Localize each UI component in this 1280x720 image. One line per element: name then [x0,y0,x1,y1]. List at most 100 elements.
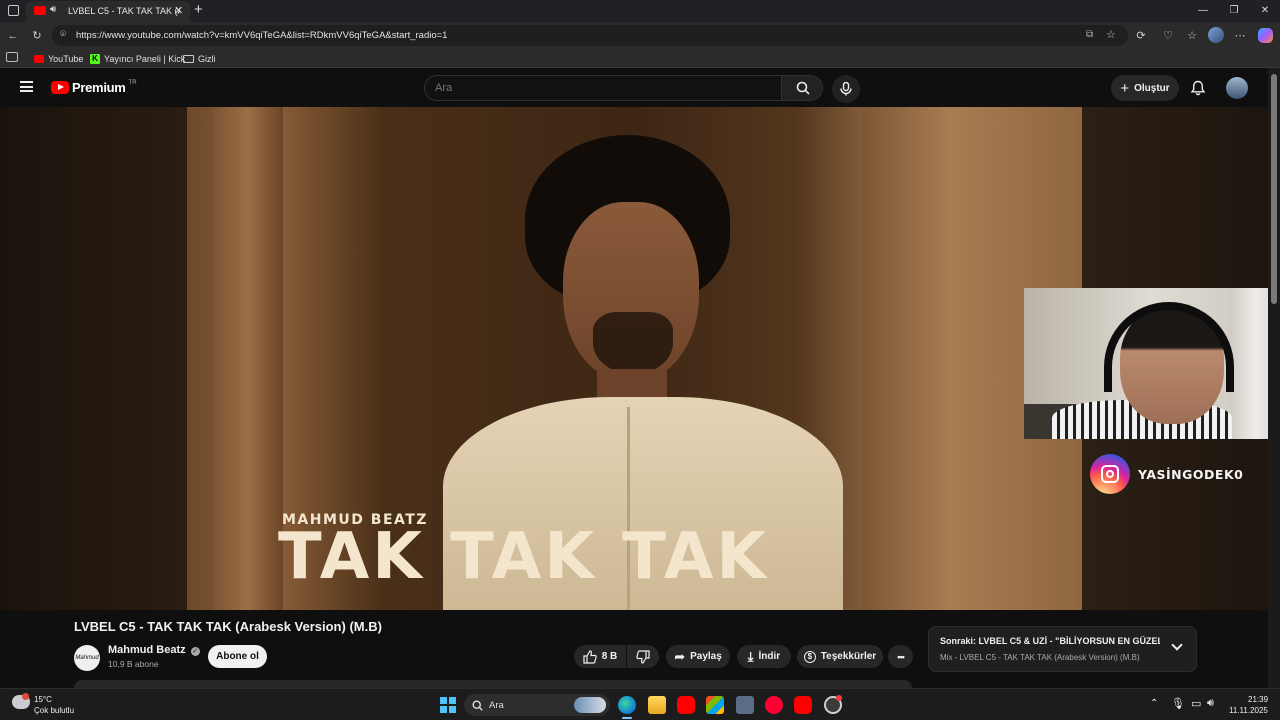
window-close-icon[interactable]: ✕ [1257,3,1273,19]
windows-start-icon[interactable] [440,697,456,713]
up-next-title: Sonraki: LVBEL C5 & UZİ - "BİLİYORSUN EN… [940,636,1160,646]
share-label: Paylaş [690,651,722,662]
share-button[interactable]: ➦ Paylaş [666,645,730,668]
favorite-star-icon[interactable]: ☆ [1106,28,1116,41]
thumbs-down-icon [636,649,650,664]
bookmark-folder-gizli[interactable]: Gizli [183,52,216,66]
create-button[interactable]: + Oluştur [1111,75,1179,101]
reading-view-icon[interactable] [6,52,18,62]
page-scrollbar[interactable] [1268,68,1280,688]
youtube-music-icon[interactable] [765,696,783,714]
download-button[interactable]: ⤓ İndir [737,645,791,668]
thanks-label: Teşekkürler [820,651,877,662]
open-in-app-icon[interactable]: ⧉ [1086,29,1093,40]
url-text: https://www.youtube.com/watch?v=kmVV6qiT… [76,30,448,41]
bookmark-kick[interactable]: K Yayıncı Paneli | Kick [90,52,185,66]
youtube-logo[interactable]: Premium TR [51,80,137,95]
volume-icon[interactable]: 🔊︎ [1207,697,1214,710]
bookmark-youtube[interactable]: YouTube [34,52,83,66]
description-box-top[interactable] [74,680,912,688]
clock-time[interactable]: 21:39 [1248,695,1268,704]
plus-icon: + [1120,79,1130,97]
search-highlight-icon [574,697,606,713]
like-count: 8 B [601,651,618,662]
download-label: İndir [758,651,781,662]
create-label: Oluştur [1134,82,1170,94]
taskbar-search-label: Ara [489,699,504,711]
up-next-card[interactable]: Sonraki: LVBEL C5 & UZİ - "BİLİYORSUN EN… [928,626,1197,672]
dislike-button[interactable] [627,645,659,668]
close-tab-icon[interactable]: ✕ [174,4,183,17]
refresh-icon[interactable]: ↻ [28,27,46,45]
streamer-handle: YASİNGODEK0 [1138,466,1244,482]
kick-bookmark-icon: K [90,54,100,64]
youtube-masthead: Premium TR + Oluştur [0,68,1268,107]
microphone-tray-icon[interactable]: 🎙︎ [1171,697,1185,710]
streamer-webcam-overlay [1024,288,1280,439]
snipping-tool-icon[interactable] [736,696,754,714]
subscribe-button[interactable]: Abone ol [208,645,267,668]
notifications-bell-icon[interactable] [1190,80,1206,96]
extensions-icon[interactable]: ⟳ [1132,27,1150,45]
share-icon: ➦ [674,648,686,664]
tab-title: LVBEL C5 - TAK TAK TAK (Ara [68,6,180,16]
thanks-button[interactable]: $ Teşekkürler [797,645,883,668]
browser-tab-strip: 🔊︎ LVBEL C5 - TAK TAK TAK (Ara ✕ + — ❐ ✕ [0,0,1280,22]
recording-dot-icon [836,695,842,701]
search-icon [796,81,810,95]
tab-actions-icon[interactable] [8,5,19,16]
windows-taskbar: 15°C Çok bulutlu Ara ⌃ 🎙︎ ▭ 🔊︎ 21:39 11.… [0,688,1280,720]
weather-description[interactable]: Çok bulutlu [34,706,74,715]
up-next-subtitle: Mix - LVBEL C5 - TAK TAK TAK (Arabesk Ve… [940,653,1140,662]
super-thanks-icon: $ [803,650,816,663]
search-input[interactable] [424,75,782,101]
search-button[interactable] [781,75,823,101]
tray-overflow-icon[interactable]: ⌃ [1150,698,1158,709]
browser-tab-active[interactable]: 🔊︎ LVBEL C5 - TAK TAK TAK (Ara ✕ [26,1,190,22]
taskbar-search-box[interactable]: Ara [464,694,610,716]
weather-badge-icon [22,693,29,700]
bookmark-label: Yayıncı Paneli | Kick [104,54,186,64]
more-icon: ••• [897,651,905,662]
maximize-icon[interactable]: ❐ [1226,3,1242,19]
voice-search-button[interactable] [832,75,860,103]
speaker-icon[interactable]: 🔊︎ [50,4,56,15]
channel-name[interactable]: Mahmud Beatz ✓ [108,644,200,656]
more-actions-button[interactable]: ••• [888,645,913,668]
site-info-icon[interactable]: ⌾ [60,29,66,40]
channel-avatar[interactable]: Mahmud Beatz [74,645,100,687]
weather-temperature[interactable]: 15°C [34,695,52,704]
overlay-title-text: TAK TAK TAK [278,520,769,594]
scrollbar-thumb[interactable] [1271,74,1277,304]
network-icon[interactable]: ▭ [1191,697,1201,710]
settings-more-icon[interactable]: ⋯ [1231,27,1249,45]
profile-avatar[interactable] [1208,27,1224,43]
account-avatar[interactable] [1226,77,1248,99]
hamburger-menu-icon[interactable] [20,81,33,92]
back-icon[interactable]: ← [4,27,22,45]
youtube-app-2-icon[interactable] [794,696,812,714]
store-app-icon[interactable] [706,696,724,714]
copilot-icon[interactable] [1258,28,1273,43]
file-explorer-icon[interactable] [648,696,666,714]
instagram-icon [1090,454,1130,494]
subscriber-count: 10,9 B abone [108,659,159,669]
minimize-icon[interactable]: — [1195,3,1211,19]
bookmark-label: YouTube [48,54,84,64]
like-button[interactable]: 8 B [574,645,626,668]
clock-date[interactable]: 11.11.2025 [1229,706,1268,715]
logo-text: Premium [72,80,126,95]
edge-browser-icon[interactable] [618,696,636,714]
youtube-play-icon [51,81,69,94]
headphones-icon [1104,302,1234,392]
favorites-icon[interactable]: ☆ [1183,27,1201,45]
new-tab-icon[interactable]: + [194,1,203,18]
video-left-dark-area [0,107,187,610]
microphone-icon [840,82,852,96]
youtube-app-icon[interactable] [677,696,695,714]
browser-essentials-icon[interactable]: ♡ [1159,27,1177,45]
video-title: LVBEL C5 - TAK TAK TAK (Arabesk Version)… [74,619,382,634]
folder-icon [183,55,194,63]
address-bar[interactable]: ⌾ https://www.youtube.com/watch?v=kmVV6q… [52,25,1128,46]
chevron-down-icon[interactable] [1171,639,1183,651]
